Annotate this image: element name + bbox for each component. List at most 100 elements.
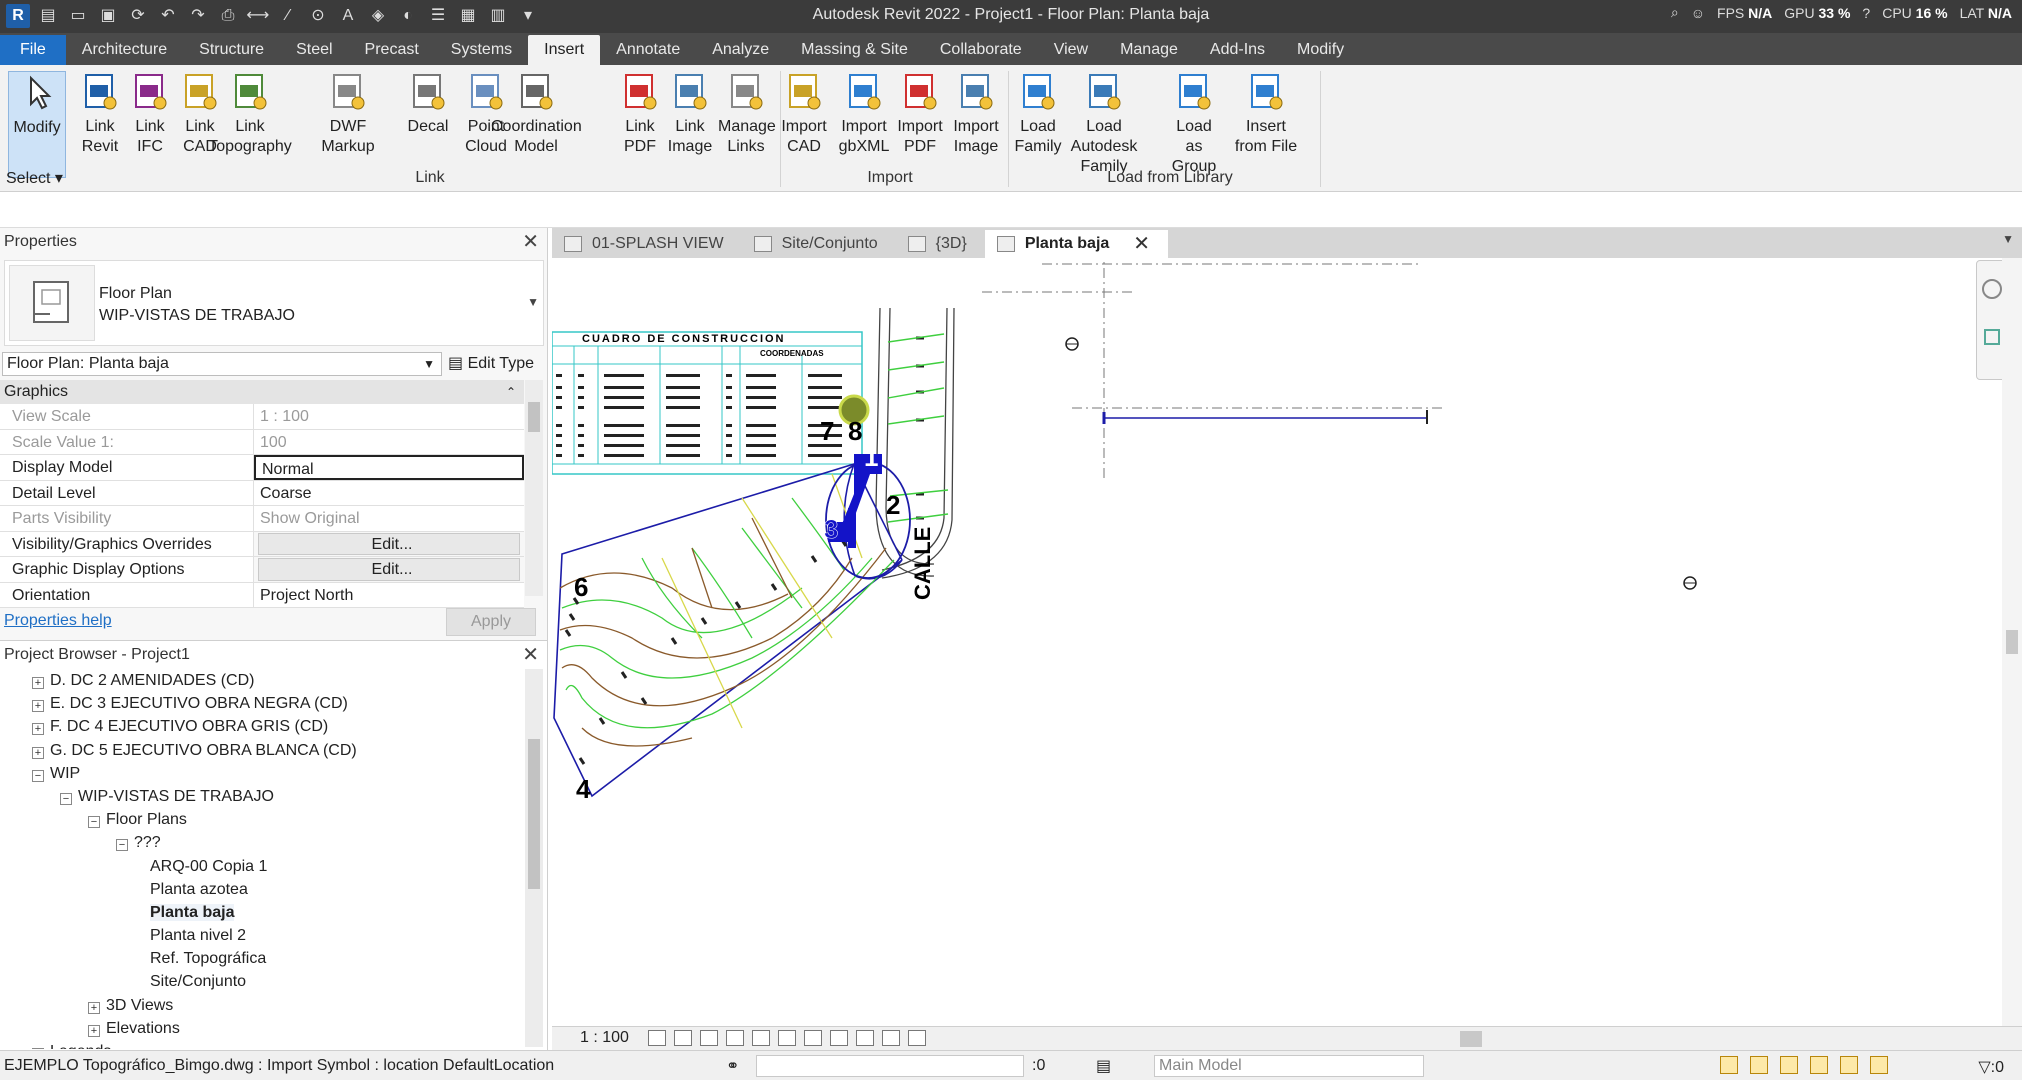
- import-pdf-button[interactable]: Import PDF: [892, 71, 948, 157]
- view-tab-3d[interactable]: {3D}: [896, 230, 985, 258]
- redo-icon[interactable]: ↷: [186, 4, 210, 28]
- unlock-3d-icon[interactable]: [804, 1030, 822, 1046]
- drawing-canvas[interactable]: CUADRO DE CONSTRUCCION COORDENADAS CALLE…: [552, 258, 2022, 1026]
- close-icon[interactable]: ✕: [522, 228, 539, 256]
- save-icon[interactable]: ▣: [96, 4, 120, 28]
- collapse-icon[interactable]: −: [32, 769, 44, 782]
- browser-view-item[interactable]: Planta nivel 2: [0, 924, 524, 947]
- home-icon[interactable]: ▤: [36, 4, 60, 28]
- browser-view-item[interactable]: ARQ-00 Copia 1: [0, 855, 524, 878]
- insert-from-file-button[interactable]: Insert from File: [1221, 71, 1311, 157]
- elevation-marker[interactable]: [1065, 337, 1079, 351]
- undo-icon[interactable]: ↶: [156, 4, 180, 28]
- browser-view-item[interactable]: Planta baja: [0, 901, 524, 924]
- switch-windows-icon[interactable]: ▥: [486, 4, 510, 28]
- load-autodesk-family-button[interactable]: Load Autodesk Family: [1059, 71, 1149, 177]
- select-pinned-icon[interactable]: [1780, 1056, 1798, 1074]
- browser-scrollbar[interactable]: [525, 669, 543, 1047]
- browser-folder[interactable]: + G. DC 5 EJECUTIVO OBRA BLANCA (CD): [0, 739, 524, 762]
- ribbon-tab-insert[interactable]: Insert: [528, 35, 601, 65]
- apply-button[interactable]: Apply: [446, 608, 536, 636]
- print-icon[interactable]: ⎙: [216, 4, 240, 28]
- chevron-down-icon[interactable]: ▼: [527, 295, 539, 309]
- property-value[interactable]: Normal: [254, 455, 524, 480]
- property-value[interactable]: Coarse: [254, 480, 524, 505]
- help-icon[interactable]: ?: [1862, 5, 1870, 21]
- steering-wheel-icon[interactable]: [1982, 279, 2002, 299]
- browser-folder[interactable]: + E. DC 3 EJECUTIVO OBRA NEGRA (CD): [0, 692, 524, 715]
- browser-folder[interactable]: +Legends: [0, 1040, 524, 1049]
- properties-scrollbar[interactable]: [525, 380, 543, 596]
- select-dropdown[interactable]: Select ▾: [6, 168, 63, 188]
- browser-folder[interactable]: −???: [0, 831, 524, 854]
- 3d-view-icon[interactable]: ◈: [366, 4, 390, 28]
- collapse-icon[interactable]: −: [60, 792, 72, 805]
- drag-elements-icon[interactable]: [1840, 1056, 1858, 1074]
- temp-hide-icon[interactable]: [830, 1030, 848, 1046]
- measure-icon[interactable]: ⟷: [246, 4, 270, 28]
- dwf-markup-button[interactable]: DWF Markup: [320, 71, 376, 157]
- load-family-button[interactable]: Load Family: [1010, 71, 1066, 157]
- expand-icon[interactable]: +: [88, 1024, 100, 1037]
- view-tab-planta-baja[interactable]: Planta baja ✕: [984, 230, 1169, 258]
- coordination-model-button[interactable]: Coordination Model: [491, 71, 582, 157]
- ribbon-tab-steel[interactable]: Steel: [280, 35, 348, 65]
- zoom-icon[interactable]: [1984, 329, 2000, 345]
- browser-folder[interactable]: + D. DC 2 AMENIDADES (CD): [0, 669, 524, 692]
- select-underlay-icon[interactable]: [1750, 1056, 1768, 1074]
- browser-view-item[interactable]: Planta azotea: [0, 878, 524, 901]
- shadows-icon[interactable]: [726, 1030, 744, 1046]
- expand-icon[interactable]: +: [32, 677, 44, 689]
- open-icon[interactable]: ▭: [66, 4, 90, 28]
- thin-lines-icon[interactable]: ☰: [426, 4, 450, 28]
- load-as-group-button[interactable]: Load as Group: [1166, 71, 1222, 177]
- edit-button[interactable]: Edit...: [258, 532, 520, 555]
- canvas-vertical-scrollbar[interactable]: [2002, 258, 2022, 1026]
- manage-links-button[interactable]: Manage Links: [718, 71, 776, 157]
- filter-count[interactable]: ▽:0: [1978, 1057, 2004, 1077]
- expand-icon[interactable]: +: [32, 1048, 44, 1049]
- ribbon-tab-massing-site[interactable]: Massing & Site: [785, 35, 924, 65]
- detail-level-icon[interactable]: [648, 1030, 666, 1046]
- tag-icon[interactable]: ⊙: [306, 4, 330, 28]
- elevation-marker[interactable]: [1683, 576, 1697, 590]
- ribbon-tab-add-ins[interactable]: Add-Ins: [1194, 35, 1281, 65]
- ribbon-tab-systems[interactable]: Systems: [435, 35, 528, 65]
- decal-button[interactable]: Decal: [400, 71, 456, 137]
- select-by-face-icon[interactable]: [1810, 1056, 1828, 1074]
- sun-path-icon[interactable]: [700, 1030, 718, 1046]
- browser-folder[interactable]: +3D Views: [0, 994, 524, 1017]
- import-image-button[interactable]: Import Image: [948, 71, 1004, 157]
- text-icon[interactable]: A: [336, 4, 360, 28]
- reveal-hidden-icon[interactable]: [856, 1030, 874, 1046]
- link-revit-button[interactable]: Link Revit: [72, 71, 128, 157]
- edit-button[interactable]: Edit...: [258, 558, 520, 581]
- import-gbxml-button[interactable]: Import gbXML: [836, 71, 892, 157]
- active-workset-select[interactable]: [756, 1055, 1024, 1077]
- tabs-menu-icon[interactable]: ▼: [2002, 232, 2014, 246]
- browser-folder[interactable]: − WIP-VISTAS DE TRABAJO: [0, 785, 524, 808]
- canvas-horizontal-scrollbar[interactable]: [942, 1031, 1992, 1047]
- link-ifc-button[interactable]: Link IFC: [122, 71, 178, 157]
- import-cad-button[interactable]: Import CAD: [776, 71, 832, 157]
- dimension-icon[interactable]: ∕: [276, 4, 300, 28]
- ribbon-tab-file[interactable]: File: [0, 35, 66, 65]
- worksets-icon[interactable]: ⚭: [726, 1056, 739, 1076]
- expand-icon[interactable]: +: [32, 746, 44, 759]
- visual-style-icon[interactable]: [674, 1030, 692, 1046]
- expand-icon[interactable]: +: [32, 700, 44, 713]
- browser-folder[interactable]: + Elevations: [0, 1017, 524, 1040]
- properties-help-link[interactable]: Properties help: [4, 612, 112, 630]
- link-pdf-button[interactable]: Link PDF: [612, 71, 668, 157]
- close-hidden-icon[interactable]: ▦: [456, 4, 480, 28]
- ribbon-tab-structure[interactable]: Structure: [183, 35, 280, 65]
- ribbon-tab-architecture[interactable]: Architecture: [66, 35, 183, 65]
- revit-logo-icon[interactable]: R: [6, 4, 30, 28]
- link-topography-button[interactable]: Link Topography: [205, 71, 295, 157]
- main-model-select[interactable]: Main Model: [1154, 1055, 1424, 1077]
- view-scale-button[interactable]: 1 : 100: [580, 1029, 629, 1047]
- view-tab-01-splash-view[interactable]: 01-SPLASH VIEW: [552, 230, 742, 258]
- ribbon-tab-precast[interactable]: Precast: [349, 35, 435, 65]
- link-image-button[interactable]: Link Image: [662, 71, 718, 157]
- browser-folder[interactable]: − WIP: [0, 762, 524, 785]
